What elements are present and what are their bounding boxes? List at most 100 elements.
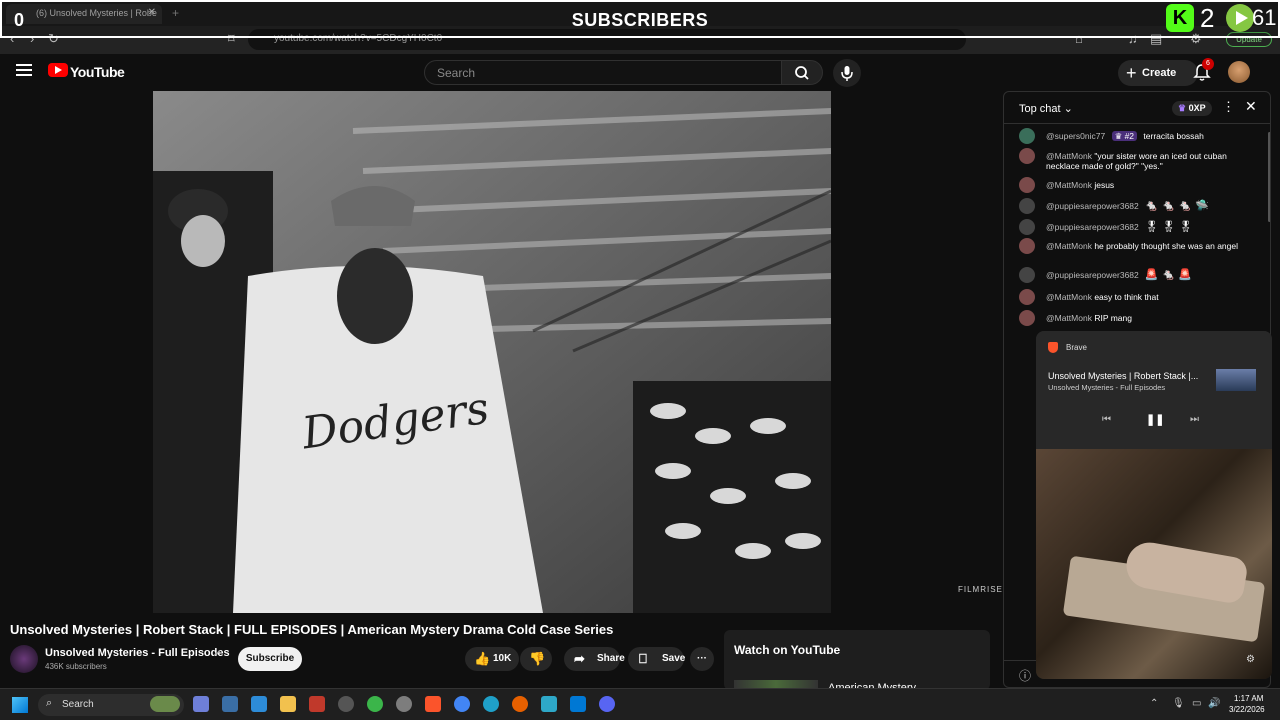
app-icon[interactable]: [222, 696, 238, 712]
crown-icon: ♛: [1178, 103, 1187, 113]
notification-badge: 6: [1202, 58, 1214, 70]
obs-icon[interactable]: [396, 696, 412, 712]
miniplayer-thumbnail: [1216, 369, 1256, 391]
chat-avatar[interactable]: [1019, 198, 1035, 214]
chat-author[interactable]: @MattMonk: [1046, 313, 1092, 323]
more-actions-button[interactable]: ···: [690, 647, 714, 671]
chat-avatar[interactable]: [1019, 148, 1035, 164]
menu-icon[interactable]: [16, 64, 32, 76]
miniplayer-title: Unsolved Mysteries | Robert Stack |...: [1048, 371, 1199, 381]
chat-author[interactable]: @MattMonk: [1046, 292, 1092, 302]
chat-emojis: 🚨 🐁 🚨: [1144, 269, 1192, 281]
share-button[interactable]: ➦ Share: [564, 647, 625, 671]
chat-text: terracita bossah: [1143, 131, 1204, 141]
chat-author[interactable]: @puppiesarepower3682: [1046, 201, 1139, 211]
account-avatar[interactable]: [1228, 61, 1250, 83]
chat-text: RIP mang: [1094, 313, 1132, 323]
chat-rank-badge: ♛ #2: [1111, 131, 1138, 141]
edge-icon[interactable]: [483, 696, 499, 712]
save-label: Save: [662, 653, 686, 664]
chat-avatar[interactable]: [1019, 238, 1035, 254]
taskbar-search[interactable]: ⌕ Search: [38, 694, 184, 716]
next-track-icon[interactable]: ⏭: [1190, 414, 1199, 425]
video-player[interactable]: Dodgers: [153, 91, 831, 613]
watch-on-title: Watch on YouTube: [734, 643, 841, 657]
chat-avatar[interactable]: [1019, 267, 1035, 283]
dislike-button[interactable]: 👎: [520, 647, 552, 671]
chat-avatar[interactable]: [1019, 310, 1035, 326]
chat-emojis: 🐁 🐁 🐁 🛸: [1144, 200, 1209, 212]
network-icon[interactable]: ▭: [1192, 698, 1201, 709]
chat-author[interactable]: @puppiesarepower3682: [1046, 270, 1139, 280]
chevron-down-icon: ⌄: [1063, 103, 1073, 115]
voice-search-button[interactable]: [833, 59, 861, 87]
file-explorer-icon[interactable]: [280, 696, 296, 712]
firefox-icon[interactable]: [512, 696, 528, 712]
youtube-logo-icon[interactable]: [48, 63, 68, 77]
create-button[interactable]: + Create: [1118, 60, 1198, 86]
youtube-wordmark[interactable]: YouTube: [70, 64, 125, 80]
channel-name[interactable]: Unsolved Mysteries - Full Episodes: [45, 647, 230, 659]
youtube-header: YouTube + Create 6: [0, 56, 1280, 90]
miniplayer-subtitle: Unsolved Mysteries - Full Episodes: [1048, 383, 1166, 392]
search-button[interactable]: [781, 60, 823, 85]
chat-avatar[interactable]: [1019, 219, 1035, 235]
discord-icon[interactable]: [599, 696, 615, 712]
taskbar-date[interactable]: 3/22/2026: [1229, 705, 1265, 714]
chrome-alt-icon[interactable]: [454, 696, 470, 712]
copilot-icon[interactable]: [193, 696, 209, 712]
remote-desktop-icon[interactable]: [251, 696, 267, 712]
video-title: Unsolved Mysteries | Robert Stack | FULL…: [10, 622, 614, 637]
kick-logo-icon: K: [1166, 4, 1194, 32]
chat-text: he probably thought she was an angel: [1094, 241, 1238, 251]
brave-taskbar-icon[interactable]: [425, 696, 441, 712]
subscribe-button[interactable]: Subscribe: [238, 647, 302, 671]
news-icon[interactable]: [309, 696, 325, 712]
share-label: Share: [597, 653, 625, 664]
create-label: Create: [1142, 67, 1177, 79]
video-frame: Dodgers: [153, 91, 831, 613]
chat-scrollbar[interactable]: [1268, 132, 1270, 222]
like-button[interactable]: 👍 10K: [465, 647, 519, 671]
chat-author[interactable]: @puppiesarepower3682: [1046, 222, 1139, 232]
vscode-icon[interactable]: [570, 696, 586, 712]
tray-overflow-icon[interactable]: ⌃: [1150, 698, 1158, 709]
watch-on-youtube-panel[interactable]: Watch on YouTube American Mystery: [724, 630, 990, 694]
chat-author[interactable]: @supers0nic77: [1046, 131, 1105, 141]
verified-icon: ✔: [214, 648, 222, 658]
webcam-feed: ⚙: [1036, 449, 1272, 679]
info-icon[interactable]: ⓘ: [1019, 667, 1031, 684]
clock-app-icon[interactable]: [338, 696, 354, 712]
close-chat-icon[interactable]: ✕: [1245, 98, 1257, 115]
search-input[interactable]: [424, 60, 782, 85]
pause-icon[interactable]: ❚❚: [1146, 413, 1164, 426]
chat-text: jesus: [1094, 180, 1115, 190]
windows-start-icon[interactable]: [12, 697, 28, 713]
chat-text: easy to think that: [1094, 292, 1159, 302]
chat-mode-dropdown[interactable]: Top chat ⌄: [1019, 102, 1073, 115]
chat-avatar[interactable]: [1019, 177, 1035, 193]
bookmark-save-icon: ⎕: [639, 651, 647, 666]
chat-avatar[interactable]: [1019, 289, 1035, 305]
share-icon: ➦: [574, 651, 585, 666]
volume-icon[interactable]: 🔊: [1208, 698, 1220, 709]
previous-track-icon[interactable]: ⏮: [1102, 414, 1111, 425]
chat-author[interactable]: @MattMonk: [1046, 151, 1092, 161]
app-icon-2[interactable]: [541, 696, 557, 712]
microphone-icon: [841, 66, 853, 81]
settings-gear-icon[interactable]: ⚙: [1246, 654, 1255, 665]
chrome-icon[interactable]: [367, 696, 383, 712]
xp-badge[interactable]: ♛ 0XP: [1172, 101, 1212, 116]
taskbar-time[interactable]: 1:17 AM: [1234, 694, 1263, 703]
save-button[interactable]: ⎕ Save: [628, 647, 686, 671]
chat-author[interactable]: @MattMonk: [1046, 241, 1092, 251]
chat-avatar[interactable]: [1019, 128, 1035, 144]
microphone-tray-icon[interactable]: 🎙: [1172, 698, 1185, 709]
brave-logo-icon: [1048, 342, 1058, 353]
chat-author[interactable]: @MattMonk: [1046, 180, 1092, 190]
thumbs-down-icon: 👎: [529, 651, 546, 666]
chat-mode-label: Top chat: [1019, 103, 1061, 115]
channel-avatar[interactable]: [10, 645, 38, 673]
chat-menu-icon[interactable]: ⋮: [1222, 99, 1235, 115]
plus-icon: +: [1126, 63, 1137, 83]
